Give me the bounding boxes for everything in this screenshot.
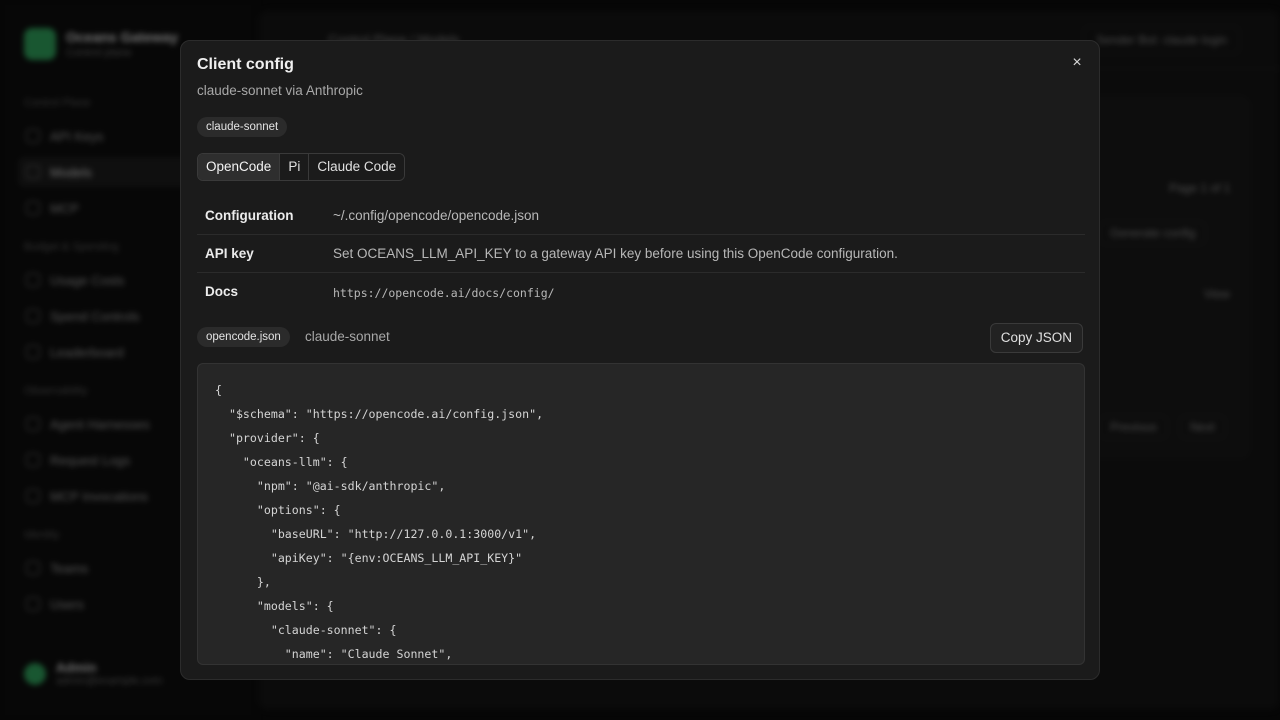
code-line: "apiKey": "{env:OCEANS_LLM_API_KEY}" [215,551,523,565]
code-line: "$schema": "https://opencode.ai/config.j… [215,407,544,421]
code-line: "npm": "@ai-sdk/anthropic", [215,479,446,493]
code-line: { [215,383,222,397]
copy-json-button[interactable]: Copy JSON [989,323,1083,353]
configuration-label: Configuration [205,208,294,223]
code-line: }, [215,575,271,589]
table-row: Configuration ~/.config/opencode/opencod… [197,197,1085,235]
client-tabs: OpenCode Pi Claude Code [197,153,406,181]
configuration-path: ~/.config/opencode/opencode.json [333,208,540,223]
json-code-block[interactable]: { "$schema": "https://opencode.ai/config… [197,363,1085,665]
code-line: "options": { [215,503,341,517]
api-key-instructions: Set OCEANS_LLM_API_KEY to a gateway API … [333,246,898,261]
docs-link[interactable]: https://opencode.ai/docs/config/ [333,286,555,300]
tab-pi[interactable]: Pi [279,154,309,180]
code-line: "name": "Claude Sonnet", [215,647,453,661]
tab-claude-code[interactable]: Claude Code [308,154,405,180]
model-badge: claude-sonnet [197,117,288,137]
dialog-subtitle: claude-sonnet via Anthropic [197,83,363,98]
config-info-table: Configuration ~/.config/opencode/opencod… [197,197,1085,310]
close-icon[interactable]: × [1067,53,1087,73]
tab-opencode[interactable]: OpenCode [198,154,280,180]
code-line: "claude-sonnet": { [215,623,397,637]
code-line: "baseURL": "http://127.0.0.1:3000/v1", [215,527,537,541]
code-line: "oceans-llm": { [215,455,348,469]
file-name-badge: opencode.json [197,327,290,347]
code-line: "provider": { [215,431,320,445]
docs-label: Docs [205,284,239,299]
api-key-label: API key [205,246,254,261]
dialog-title: Client config [197,56,294,73]
code-line: "models": { [215,599,334,613]
table-row: Docs https://opencode.ai/docs/config/ [197,273,1085,310]
file-model-name: claude-sonnet [305,329,390,344]
table-row: API key Set OCEANS_LLM_API_KEY to a gate… [197,235,1085,273]
client-config-dialog: Client config claude-sonnet via Anthropi… [180,40,1100,680]
